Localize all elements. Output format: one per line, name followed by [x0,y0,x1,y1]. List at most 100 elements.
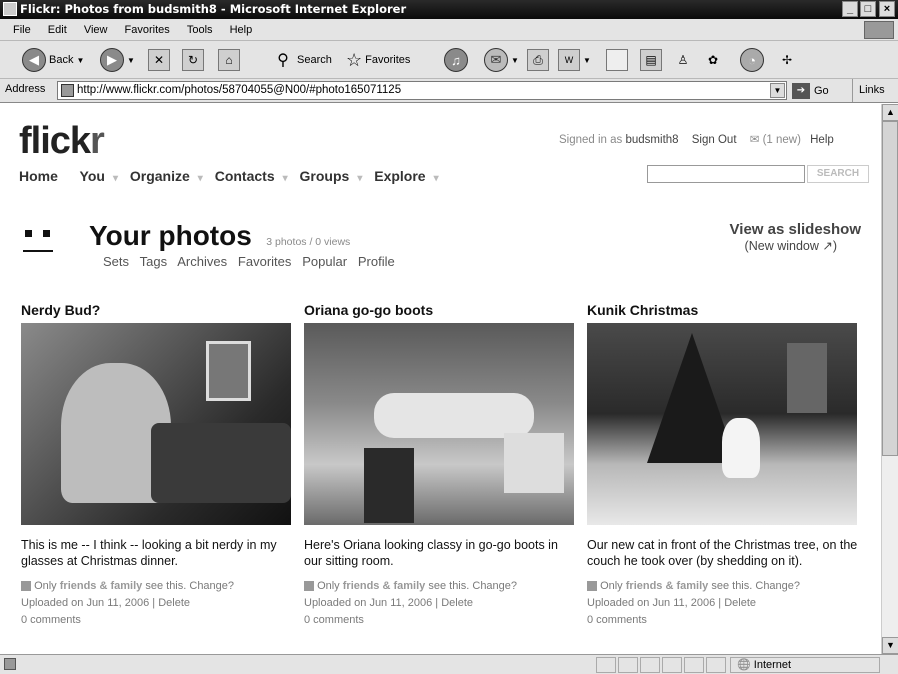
subnav-archives[interactable]: Archives [177,254,227,269]
home-button[interactable]: ⌂ [218,46,240,74]
menu-view[interactable]: View [77,19,115,41]
private-icon [21,581,31,592]
comments-link[interactable]: 0 comments [304,612,574,629]
edit-dropdown-icon[interactable]: ▼ [583,56,591,65]
sign-out-link[interactable]: Sign Out [692,134,737,146]
print-button[interactable]: ⎙ [527,46,549,74]
nav-organize-dropdown-icon[interactable]: ▾ [198,173,203,184]
comments-link[interactable]: 0 comments [21,612,291,629]
delete-link[interactable]: Delete [158,597,190,609]
search-label: Search [297,54,332,66]
nav-home[interactable]: Home [19,168,58,184]
menu-tools[interactable]: Tools [180,19,220,41]
window-title-bar: Flickr: Photos from budsmith8 - Microsof… [0,0,898,19]
upload-date: Uploaded on Jun 11, 2006 [21,597,150,609]
go-button[interactable]: ➔ Go [792,82,829,100]
nav-you-dropdown-icon[interactable]: ▾ [113,173,118,184]
back-button[interactable]: ◀ Back ▼ [22,46,84,74]
menu-edit[interactable]: Edit [41,19,74,41]
photo-caption: This is me -- I think -- looking a bit n… [21,538,277,568]
media-button[interactable]: ♫ [444,46,468,74]
privacy-line: Only friends & family see this. Change? [587,578,862,595]
nav-explore-dropdown-icon[interactable]: ▾ [434,173,439,184]
menu-help[interactable]: Help [223,19,260,41]
menu-bar: File Edit View Favorites Tools Help [0,19,898,41]
home-icon: ⌂ [218,49,240,71]
nav-organize[interactable]: Organize [130,168,190,184]
upload-line: Uploaded on Jun 11, 2006 | Delete [587,597,757,609]
comments-link[interactable]: 0 comments [587,612,862,629]
photo-nerdy-bud[interactable] [21,323,291,525]
tool-button-1[interactable]: ✿ [702,46,724,74]
signed-in-label: Signed in as [559,134,623,146]
username-link[interactable]: budsmith8 [626,134,679,146]
mail-link[interactable]: ✉ (1 new) [750,134,804,146]
photo-title[interactable]: Oriana go-go boots [304,302,574,318]
mail-button[interactable]: ✉ ▼ [484,46,519,74]
buddy-icon[interactable] [23,222,57,256]
nav-groups[interactable]: Groups [300,168,350,184]
zone-label: Internet [753,659,792,671]
tool-button-3[interactable]: ✢ [776,46,798,74]
flickr-logo[interactable]: flickr [19,120,105,163]
change-privacy-link[interactable]: Change? [472,580,517,592]
menu-file[interactable]: File [6,19,38,41]
photo-oriana-boots[interactable] [304,323,574,525]
research-button[interactable]: ▤ [640,46,662,74]
links-button[interactable]: Links [852,79,885,102]
search-input[interactable] [647,165,805,183]
photo-kunik-christmas[interactable] [587,323,857,525]
back-icon: ◀ [22,48,46,72]
subnav-profile[interactable]: Profile [358,254,395,269]
slideshow-link[interactable]: View as slideshow (New window ↗) [661,221,861,253]
nav-groups-dropdown-icon[interactable]: ▾ [357,173,362,184]
nav-explore[interactable]: Explore [374,168,425,184]
menu-favorites[interactable]: Favorites [118,19,177,41]
minimize-button[interactable]: _ [842,1,858,17]
slideshow-new-window: (New window ↗) [744,239,837,253]
page-title: Your photos [89,220,252,251]
subnav-sets[interactable]: Sets [103,254,129,269]
messenger-button[interactable]: ♙ [672,46,694,74]
vertical-scrollbar[interactable]: ▲ ▼ [881,104,898,654]
discuss-button[interactable] [606,46,628,74]
scroll-up-icon[interactable]: ▲ [882,104,898,121]
scroll-thumb[interactable] [882,121,898,456]
edit-button[interactable]: W ▼ [558,46,591,74]
nav-contacts-dropdown-icon[interactable]: ▾ [283,173,288,184]
help-link[interactable]: Help [810,134,834,146]
go-label: Go [814,85,829,97]
back-dropdown-icon[interactable]: ▼ [76,56,84,65]
forward-dropdown-icon[interactable]: ▼ [127,56,135,65]
nav-contacts[interactable]: Contacts [215,168,275,184]
tool-button-2[interactable]: ◔ [740,46,764,74]
photo-title[interactable]: Nerdy Bud? [21,302,291,318]
main-nav: Home You ▾ Organize ▾ Contacts ▾ Groups ▾ Ex… [19,168,447,184]
subnav-tags[interactable]: Tags [140,254,167,269]
mail-dropdown-icon[interactable]: ▼ [511,56,519,65]
photo-title[interactable]: Kunik Christmas [587,302,862,318]
close-button[interactable]: × [879,1,895,17]
search-button[interactable]: ⚲ Search [272,46,332,74]
change-privacy-link[interactable]: Change? [189,580,234,592]
scroll-down-icon[interactable]: ▼ [882,637,898,654]
change-privacy-link[interactable]: Change? [755,580,800,592]
maximize-button[interactable]: □ [860,1,876,17]
back-label: Back [49,54,74,66]
address-dropdown-icon[interactable]: ▼ [770,83,785,98]
delete-link[interactable]: Delete [724,597,756,609]
discuss-icon [606,49,628,71]
forward-button[interactable]: ▶ ▼ [100,46,135,74]
subnav-favorites[interactable]: Favorites [238,254,291,269]
flickr-search-button[interactable]: SEARCH [807,165,869,183]
tool-1-icon: ✿ [707,53,719,67]
nav-you[interactable]: You [80,168,105,184]
stop-button[interactable]: ✕ [148,46,170,74]
refresh-button[interactable]: ↻ [182,46,204,74]
delete-link[interactable]: Delete [441,597,473,609]
favorites-button[interactable]: ☆ Favorites [346,46,410,74]
subnav-popular[interactable]: Popular [302,254,347,269]
photo-card: Oriana go-go boots Here's Oriana looking… [304,302,574,629]
address-input[interactable]: http://www.flickr.com/photos/58704055@N0… [57,81,787,100]
security-zone: 🌐 Internet [730,657,880,673]
